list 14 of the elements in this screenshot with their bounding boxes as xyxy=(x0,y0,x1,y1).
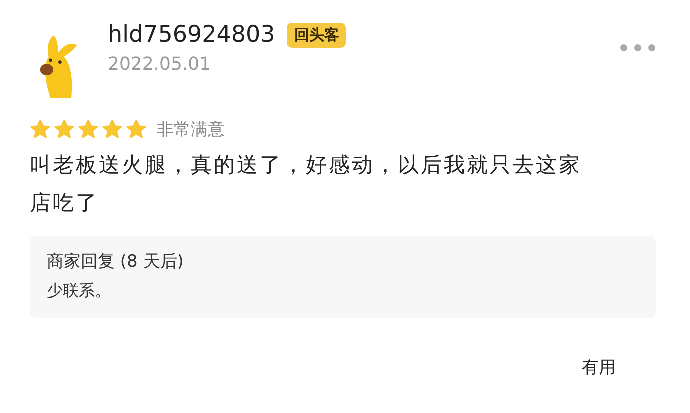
review-text: 叫老板送火腿，真的送了，好感动，以后我就只去这家店吃了 xyxy=(30,152,583,217)
returning-customer-badge: 回头客 xyxy=(287,22,346,48)
rating-label: 非常满意 xyxy=(157,119,225,141)
star-icon xyxy=(78,119,99,140)
helpful-button[interactable]: 有用 xyxy=(582,356,616,379)
star-icon xyxy=(126,119,147,140)
reply-title: 商家回复 (8 天后) xyxy=(47,251,184,273)
star-icon xyxy=(30,119,51,140)
review-date: 2022.05.01 xyxy=(108,54,212,75)
reply-text: 少联系。 xyxy=(47,281,111,302)
star-icon xyxy=(102,119,123,140)
star-icon xyxy=(54,119,75,140)
more-icon[interactable] xyxy=(620,44,656,52)
username: hld756924803 xyxy=(108,22,276,48)
